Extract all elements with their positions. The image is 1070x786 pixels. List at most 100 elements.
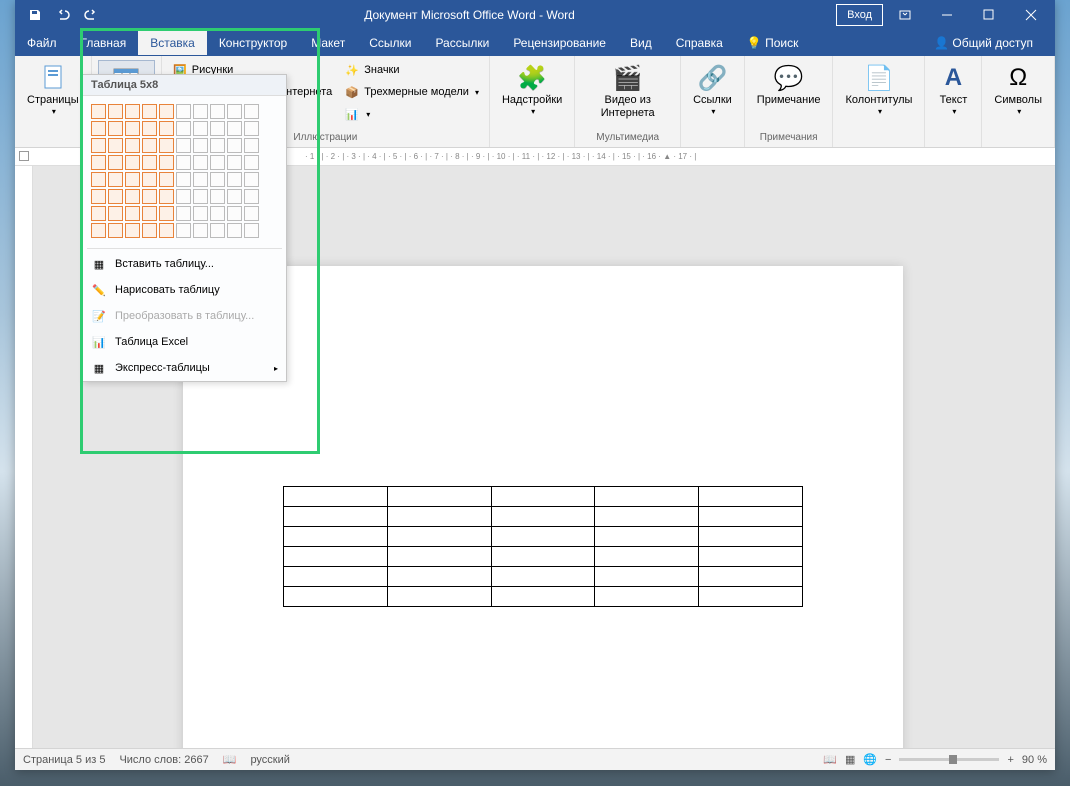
ribbon-display-icon[interactable] <box>885 0 925 30</box>
grid-cell[interactable] <box>210 223 225 238</box>
grid-cell[interactable] <box>159 206 174 221</box>
grid-cell[interactable] <box>125 189 140 204</box>
quick-tables-item[interactable]: ▦Экспресс-таблицы▸ <box>83 355 286 381</box>
status-words[interactable]: Число слов: 2667 <box>119 754 208 766</box>
grid-cell[interactable] <box>108 138 123 153</box>
grid-cell[interactable] <box>125 206 140 221</box>
grid-cell[interactable] <box>142 172 157 187</box>
grid-cell[interactable] <box>91 172 106 187</box>
maximize-button[interactable] <box>969 0 1009 30</box>
table-cell[interactable] <box>699 567 803 587</box>
grid-cell[interactable] <box>108 189 123 204</box>
zoom-slider[interactable] <box>899 758 999 761</box>
tab-review[interactable]: Рецензирование <box>501 31 618 55</box>
grid-cell[interactable] <box>159 138 174 153</box>
tab-selector[interactable] <box>19 151 29 161</box>
grid-cell[interactable] <box>210 121 225 136</box>
grid-cell[interactable] <box>193 121 208 136</box>
grid-cell[interactable] <box>244 189 259 204</box>
grid-cell[interactable] <box>159 172 174 187</box>
status-page[interactable]: Страница 5 из 5 <box>23 754 105 766</box>
grid-cell[interactable] <box>142 155 157 170</box>
grid-cell[interactable] <box>108 172 123 187</box>
undo-icon[interactable] <box>51 3 75 27</box>
document-table[interactable] <box>283 486 803 607</box>
pages-button[interactable]: Страницы ▾ <box>21 60 85 118</box>
login-button[interactable]: Вход <box>836 4 883 26</box>
grid-cell[interactable] <box>244 104 259 119</box>
grid-cell[interactable] <box>193 189 208 204</box>
grid-cell[interactable] <box>210 138 225 153</box>
draw-table-item[interactable]: ✏️Нарисовать таблицу <box>83 277 286 303</box>
table-cell[interactable] <box>284 567 388 587</box>
grid-cell[interactable] <box>176 206 191 221</box>
zoom-in-button[interactable]: + <box>1007 754 1013 766</box>
document-page[interactable] <box>183 266 903 748</box>
table-cell[interactable] <box>491 527 595 547</box>
excel-table-item[interactable]: 📊Таблица Excel <box>83 329 286 355</box>
table-cell[interactable] <box>387 567 491 587</box>
tab-insert[interactable]: Вставка <box>138 31 207 55</box>
grid-cell[interactable] <box>108 155 123 170</box>
grid-cell[interactable] <box>142 121 157 136</box>
table-size-grid[interactable] <box>83 96 286 246</box>
icons-button[interactable]: ✨Значки <box>340 60 483 80</box>
tab-help[interactable]: Справка <box>664 31 735 55</box>
grid-cell[interactable] <box>210 189 225 204</box>
table-cell[interactable] <box>595 507 699 527</box>
grid-cell[interactable] <box>227 155 242 170</box>
3d-models-button[interactable]: 📦Трехмерные модели▾ <box>340 82 483 102</box>
grid-cell[interactable] <box>227 223 242 238</box>
table-cell[interactable] <box>491 567 595 587</box>
grid-cell[interactable] <box>125 104 140 119</box>
addins-button[interactable]: 🧩Надстройки▾ <box>496 60 568 118</box>
grid-cell[interactable] <box>227 104 242 119</box>
grid-cell[interactable] <box>193 223 208 238</box>
grid-cell[interactable] <box>91 138 106 153</box>
redo-icon[interactable] <box>79 3 103 27</box>
grid-cell[interactable] <box>244 138 259 153</box>
tab-layout[interactable]: Макет <box>299 31 357 55</box>
grid-cell[interactable] <box>244 121 259 136</box>
vertical-ruler[interactable] <box>15 166 33 748</box>
grid-cell[interactable] <box>142 189 157 204</box>
grid-cell[interactable] <box>193 104 208 119</box>
table-cell[interactable] <box>595 547 699 567</box>
grid-cell[interactable] <box>108 121 123 136</box>
grid-cell[interactable] <box>210 172 225 187</box>
table-cell[interactable] <box>387 587 491 607</box>
grid-cell[interactable] <box>91 155 106 170</box>
tab-home[interactable]: Главная <box>69 31 139 55</box>
table-cell[interactable] <box>699 587 803 607</box>
table-cell[interactable] <box>595 487 699 507</box>
grid-cell[interactable] <box>227 138 242 153</box>
insert-table-item[interactable]: ▦Вставить таблицу... <box>83 251 286 277</box>
grid-cell[interactable] <box>176 155 191 170</box>
read-mode-icon[interactable]: 📖 <box>823 753 837 766</box>
table-cell[interactable] <box>595 527 699 547</box>
grid-cell[interactable] <box>125 155 140 170</box>
table-cell[interactable] <box>595 567 699 587</box>
smartart-button[interactable]: 📊▾ <box>340 104 483 124</box>
grid-cell[interactable] <box>176 172 191 187</box>
table-cell[interactable] <box>491 507 595 527</box>
zoom-thumb[interactable] <box>949 755 957 764</box>
zoom-out-button[interactable]: − <box>885 754 891 766</box>
grid-cell[interactable] <box>227 189 242 204</box>
grid-cell[interactable] <box>108 223 123 238</box>
grid-cell[interactable] <box>125 172 140 187</box>
grid-cell[interactable] <box>244 206 259 221</box>
grid-cell[interactable] <box>159 121 174 136</box>
web-layout-icon[interactable]: 🌐 <box>863 753 877 766</box>
table-cell[interactable] <box>699 507 803 527</box>
table-cell[interactable] <box>491 547 595 567</box>
grid-cell[interactable] <box>91 104 106 119</box>
table-cell[interactable] <box>284 487 388 507</box>
print-layout-icon[interactable]: ▦ <box>845 753 855 766</box>
table-cell[interactable] <box>595 587 699 607</box>
grid-cell[interactable] <box>91 223 106 238</box>
grid-cell[interactable] <box>125 223 140 238</box>
grid-cell[interactable] <box>176 223 191 238</box>
table-cell[interactable] <box>387 487 491 507</box>
grid-cell[interactable] <box>142 206 157 221</box>
